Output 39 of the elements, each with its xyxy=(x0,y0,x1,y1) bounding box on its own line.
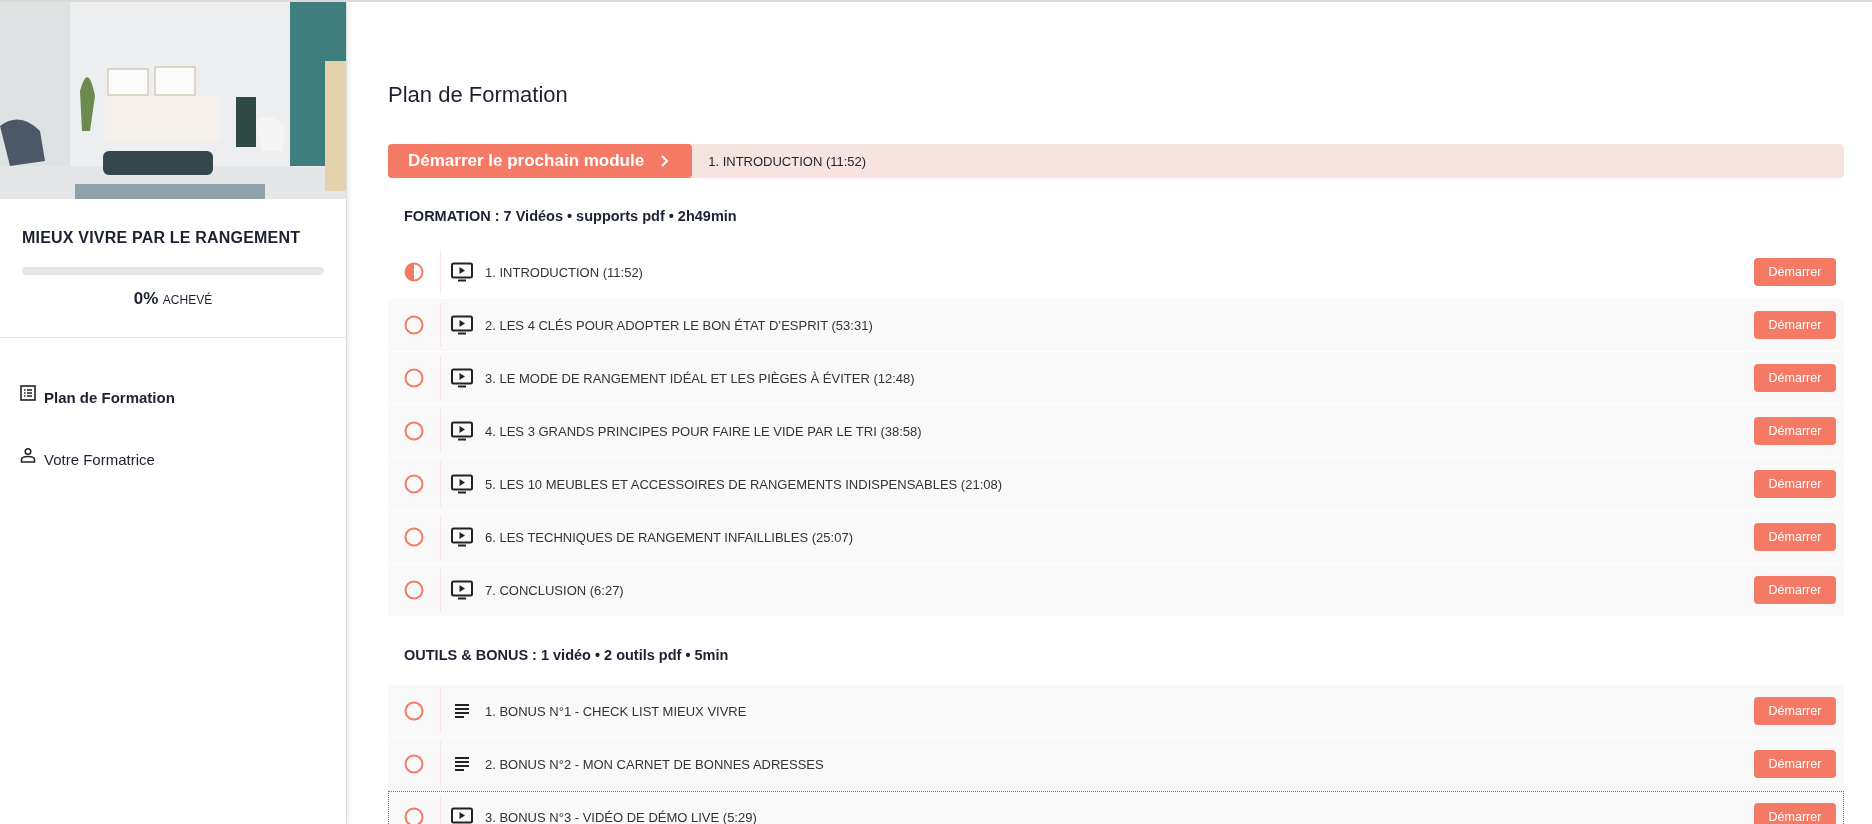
video-icon xyxy=(451,474,473,494)
lesson-row[interactable]: 3. BONUS N°3 - VIDÉO DE DÉMO LIVE (5:29) Démarrer xyxy=(388,791,1844,824)
lesson-title: 1. BONUS N°1 - CHECK LIST MIEUX VIVRE xyxy=(485,703,748,719)
video-icon xyxy=(451,807,473,824)
list-icon xyxy=(20,385,36,401)
lesson-title: 3. LE MODE DE RANGEMENT IDÉAL ET LES PIÈGES À ÉVITER (12:48) xyxy=(485,370,916,386)
lesson-row[interactable]: 5. LES 10 MEUBLES ET ACCESSOIRES DE RANGEMENTS INDISPENSABLES (21:08) Démarrer xyxy=(388,458,1844,511)
video-icon xyxy=(451,315,473,335)
sidebar-item[interactable]: Plan de Formation xyxy=(0,366,346,428)
lesson-title: 7. CONCLUSION (6:27) xyxy=(485,582,625,598)
lesson-title: 2. LES 4 CLÉS POUR ADOPTER LE BON ÉTAT D’ESPRIT (53:31) xyxy=(485,317,874,333)
section-heading: OUTILS & BONUS : 1 vidéo • 2 outils pdf • 5min xyxy=(403,646,730,665)
progress-percent: 0% xyxy=(133,289,159,308)
video-icon xyxy=(451,580,473,600)
sidebar-item[interactable]: Votre Formatrice xyxy=(0,428,346,490)
lesson-title: 3. BONUS N°3 - VIDÉO DE DÉMO LIVE (5:29) xyxy=(485,809,758,824)
page-title: Plan de Formation xyxy=(388,82,569,108)
lesson-row[interactable]: 6. LES TECHNIQUES DE RANGEMENT INFAILLIBLES (25:07) Démarrer xyxy=(388,511,1844,564)
video-icon xyxy=(451,262,473,282)
lesson-row[interactable]: 2. BONUS N°2 - MON CARNET DE BONNES ADRESSES Démarrer xyxy=(388,738,1844,791)
video-icon xyxy=(451,368,473,388)
lesson-title: 2. BONUS N°2 - MON CARNET DE BONNES ADRESSES xyxy=(485,756,825,772)
next-lesson-title: 1. INTRODUCTION (11:52) xyxy=(707,153,867,169)
lesson-title: 6. LES TECHNIQUES DE RANGEMENT INFAILLIBLES (25:07) xyxy=(485,529,854,545)
video-icon xyxy=(451,421,473,441)
video-icon xyxy=(451,527,473,547)
lesson-row[interactable]: 1. BONUS N°1 - CHECK LIST MIEUX VIVRE Démarrer xyxy=(388,685,1844,738)
lesson-title: 5. LES 10 MEUBLES ET ACCESSOIRES DE RANGEMENTS INDISPENSABLES (21:08) xyxy=(485,476,1004,492)
lesson-row[interactable]: 3. LE MODE DE RANGEMENT IDÉAL ET LES PIÈGES À ÉVITER (12:48) Démarrer xyxy=(388,352,1844,405)
lesson-title: 1. INTRODUCTION (11:52) xyxy=(485,264,644,280)
lesson-row[interactable]: 7. CONCLUSION (6:27) Démarrer xyxy=(388,564,1844,617)
course-title: MIEUX VIVRE PAR LE RANGEMENT xyxy=(22,229,302,247)
person-icon xyxy=(20,447,36,463)
lesson-row[interactable]: 2. LES 4 CLÉS POUR ADOPTER LE BON ÉTAT D’ESPRIT (53:31) Démarrer xyxy=(388,299,1844,352)
chevron-right-icon xyxy=(660,154,671,168)
lesson-row[interactable]: 4. LES 3 GRANDS PRINCIPES POUR FAIRE LE VIDE PAR LE TRI (38:58) Démarrer xyxy=(388,405,1844,458)
lesson-title: 4. LES 3 GRANDS PRINCIPES POUR FAIRE LE VIDE PAR LE TRI (38:58) xyxy=(485,423,923,439)
progress-label: ACHEVÉ xyxy=(162,293,213,307)
section-heading: FORMATION : 7 Vidéos • supports pdf • 2h49min xyxy=(403,207,738,226)
